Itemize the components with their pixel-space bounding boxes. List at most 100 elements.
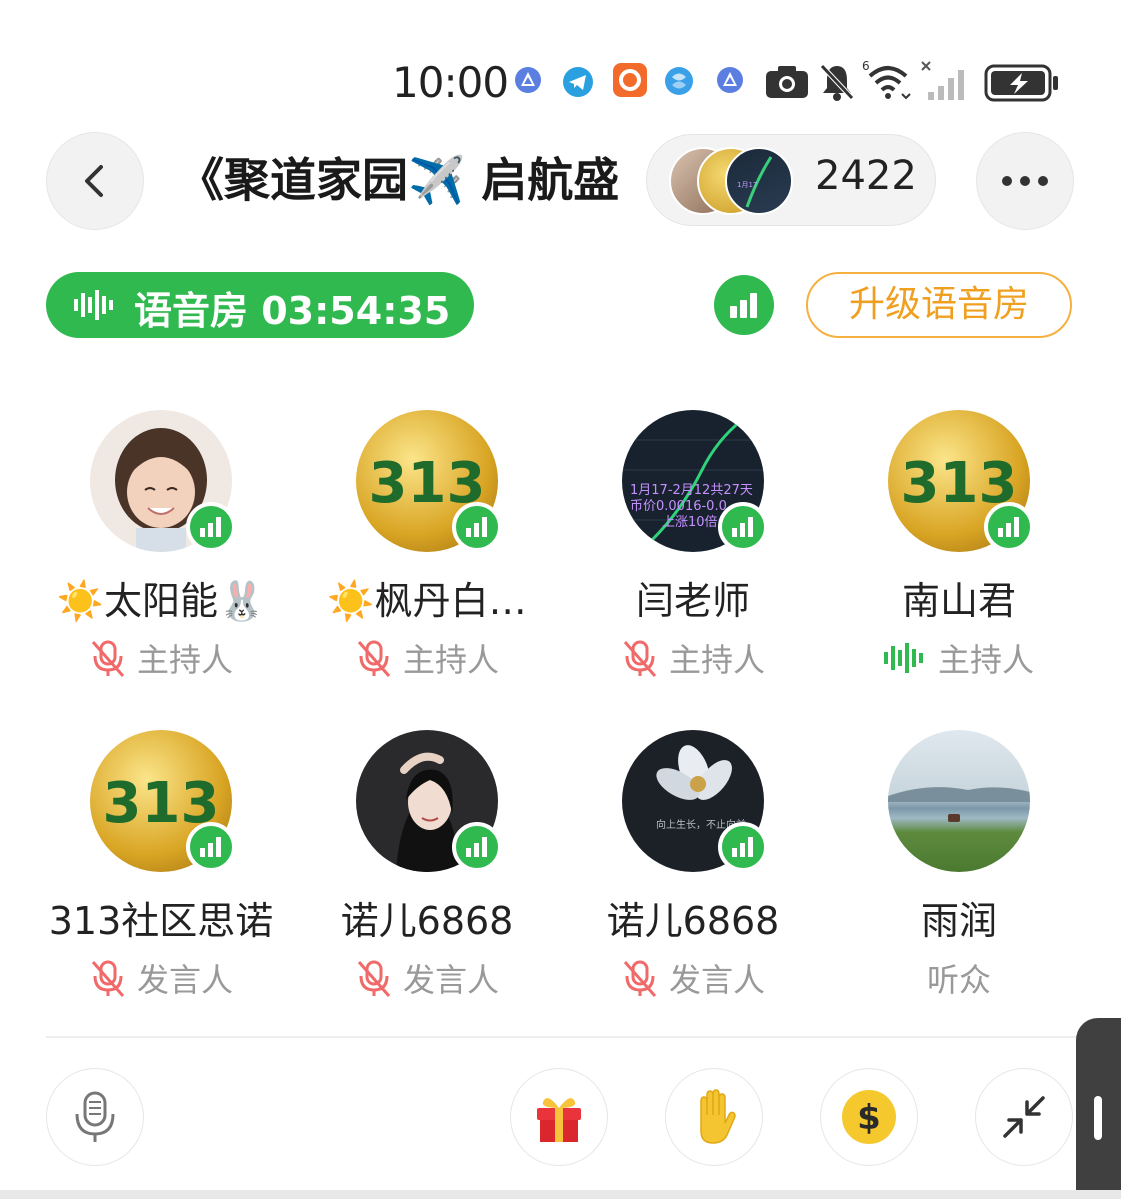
member-name: 闫老师 <box>635 579 750 623</box>
member-name: 南山君 <box>901 579 1016 623</box>
speaking-badge <box>718 502 768 552</box>
upgrade-voice-room-button[interactable]: 升级语音房 <box>806 272 1072 338</box>
app-notification-icon <box>613 63 647 97</box>
chevron-left-icon <box>85 165 103 197</box>
bottom-toolbar: $ <box>0 1068 1121 1168</box>
status-bar: 10:00 6 <box>0 52 1121 112</box>
role-label: 主持人 <box>937 641 1034 679</box>
status-time: 10:00 <box>392 58 509 107</box>
speaking-wave-icon <box>883 643 923 673</box>
svg-text:上涨10倍: 上涨10倍 <box>662 515 718 530</box>
header: 《聚道家园✈️ 启航盛 1月17 2422 <box>0 130 1121 230</box>
svg-text:$: $ <box>857 1098 881 1138</box>
member-card[interactable]: 诺儿6868 发言人 <box>294 730 560 1030</box>
member-role: 主持人 <box>28 636 294 680</box>
speaking-badge <box>452 822 502 872</box>
role-label: 发言人 <box>668 961 765 999</box>
member-name: 313社区思诺 <box>48 899 274 943</box>
voice-room-label: 语音房 03:54:35 <box>134 289 451 333</box>
tip-button[interactable]: $ <box>820 1068 918 1166</box>
speaking-badge <box>718 822 768 872</box>
svg-text:1月17: 1月17 <box>737 181 757 189</box>
network-signal-button[interactable] <box>714 275 774 335</box>
member-name: ☀️枫丹白… <box>327 579 527 623</box>
member-role: 发言人 <box>294 956 560 1000</box>
avatar <box>888 730 1030 872</box>
more-button[interactable] <box>976 132 1074 230</box>
minimize-arrows-icon <box>1003 1096 1045 1138</box>
role-label: 主持人 <box>136 641 233 679</box>
member-name: 诺儿6868 <box>606 899 780 943</box>
member-role: 发言人 <box>28 956 294 1000</box>
role-label: 主持人 <box>668 641 765 679</box>
member-role: 听众 <box>826 956 1092 1000</box>
mic-muted-icon <box>91 960 125 997</box>
member-card[interactable]: 313 南山君 主持人 <box>826 410 1092 710</box>
signal-bars-icon <box>466 517 487 537</box>
speaking-badge <box>186 502 236 552</box>
mic-muted-icon <box>357 960 391 997</box>
side-drawer-handle[interactable] <box>1076 1018 1121 1199</box>
member-count: 2422 <box>815 153 917 199</box>
app-notification-icon <box>717 67 743 93</box>
member-role: 主持人 <box>294 636 560 680</box>
gift-button[interactable] <box>510 1068 608 1166</box>
member-card[interactable]: 1月17-2月12共27天 币价0.0016-0.0 上涨10倍 闫老师 主持人 <box>560 410 826 710</box>
mic-muted-icon <box>623 640 657 677</box>
room-title: 《聚道家园✈️ 启航盛 <box>178 153 620 207</box>
signal-bars-icon <box>730 293 757 318</box>
camera-icon <box>766 66 808 98</box>
back-button[interactable] <box>46 132 144 230</box>
member-name: 诺儿6868 <box>340 899 514 943</box>
minimize-button[interactable] <box>975 1068 1073 1166</box>
member-card[interactable]: ☀️太阳能🐰 主持人 <box>28 410 294 710</box>
role-label: 发言人 <box>402 961 499 999</box>
dollar-coin-icon: $ <box>842 1090 896 1144</box>
role-label: 听众 <box>926 961 991 999</box>
raise-hand-icon <box>700 1089 736 1144</box>
gift-icon <box>537 1098 581 1142</box>
bottom-edge <box>0 1190 1121 1199</box>
voice-room-indicator[interactable]: 语音房 03:54:35 <box>46 272 474 338</box>
member-role: 主持人 <box>560 636 826 680</box>
svg-text:6: 6 <box>862 59 870 73</box>
signal-bars-icon <box>200 517 221 537</box>
bell-muted-icon <box>820 64 854 101</box>
member-role: 主持人 <box>826 636 1092 680</box>
mic-muted-icon <box>91 640 125 677</box>
mic-muted-icon <box>623 960 657 997</box>
member-mini-avatar: 1月17 <box>725 147 793 215</box>
member-name: 雨润 <box>920 899 997 943</box>
app-notification-icon <box>515 67 541 93</box>
svg-text:1月17-2月12共27天: 1月17-2月12共27天 <box>630 483 753 498</box>
divider <box>46 1036 1076 1038</box>
microphone-button[interactable] <box>46 1068 144 1166</box>
role-label: 主持人 <box>402 641 499 679</box>
signal-bars-icon <box>732 837 753 857</box>
sound-wave-icon <box>74 290 113 320</box>
signal-bars-icon <box>732 517 753 537</box>
handle-grip <box>1094 1096 1102 1140</box>
wifi-icon: 6 <box>862 59 911 100</box>
members-button[interactable]: 1月17 2422 <box>646 134 936 226</box>
signal-bars-icon <box>998 517 1019 537</box>
signal-bars-icon <box>200 837 221 857</box>
svg-text:币价0.0016-0.0: 币价0.0016-0.0 <box>630 499 727 514</box>
telegram-icon <box>563 67 593 97</box>
room-status-bar: 语音房 03:54:35 升级语音房 <box>0 270 1121 340</box>
battery-charging-icon <box>984 64 1058 102</box>
member-card[interactable]: 向上生长，不止向前 诺儿6868 发言人 <box>560 730 826 1030</box>
speaking-badge <box>984 502 1034 552</box>
signal-bars-icon <box>466 837 487 857</box>
member-card[interactable]: 雨润 听众 <box>826 730 1092 1030</box>
raise-hand-button[interactable] <box>665 1068 763 1166</box>
app-notification-icon <box>665 67 693 95</box>
role-label: 发言人 <box>136 961 233 999</box>
member-role: 发言人 <box>560 956 826 1000</box>
member-card[interactable]: 313 ☀️枫丹白… 主持人 <box>294 410 560 710</box>
more-dots-icon <box>1002 176 1048 186</box>
member-card[interactable]: 313 313社区思诺 发言人 <box>28 730 294 1030</box>
member-name: ☀️太阳能🐰 <box>56 579 266 623</box>
speaking-badge <box>452 502 502 552</box>
signal-icon <box>921 61 964 100</box>
